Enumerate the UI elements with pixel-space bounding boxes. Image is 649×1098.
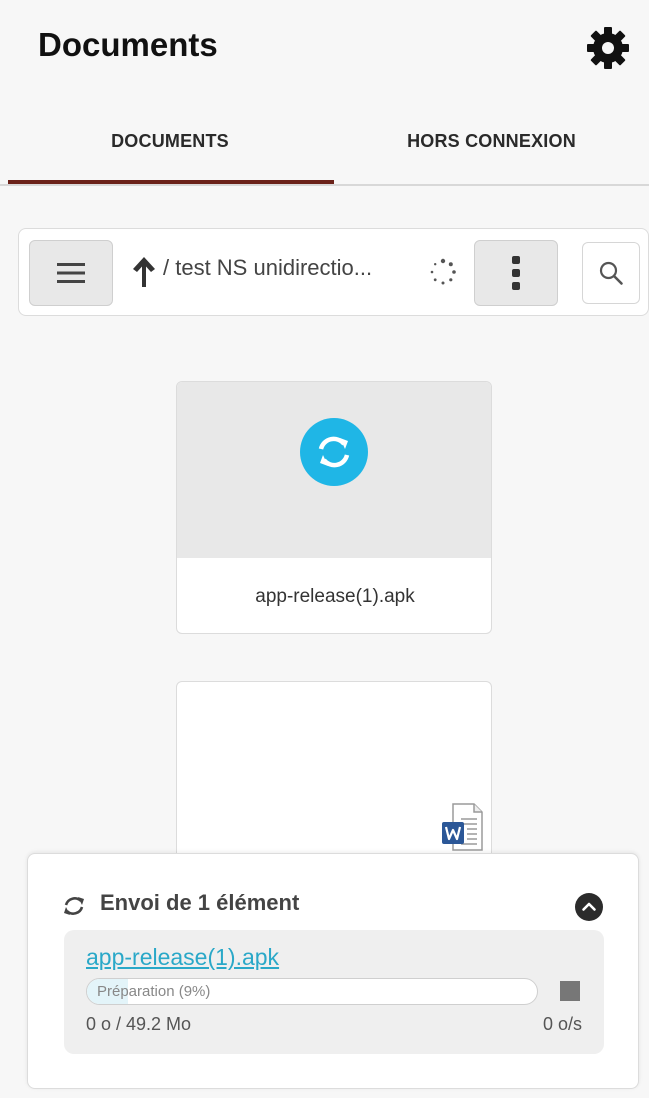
word-document-icon <box>442 803 483 851</box>
upload-panel: Envoi de 1 élément app-release(1).apk Pr… <box>27 853 639 1089</box>
arrow-up-icon[interactable] <box>129 251 159 291</box>
search-button[interactable] <box>582 242 640 304</box>
vertical-dots-icon <box>512 256 520 290</box>
tab-bar: DOCUMENTS HORS CONNEXION <box>0 96 649 186</box>
upload-progress-bar: Préparation (9%) <box>86 978 538 1005</box>
file-card[interactable]: app-release(1).apk <box>176 381 492 634</box>
upload-file-link[interactable]: app-release(1).apk <box>86 944 279 971</box>
upload-item: app-release(1).apk Préparation (9%) 0 o … <box>64 930 604 1054</box>
menu-button[interactable] <box>29 240 113 306</box>
app-header: Documents <box>0 0 649 96</box>
active-tab-indicator <box>8 180 334 184</box>
file-name: app-release(1).apk <box>255 585 415 607</box>
tab-documents[interactable]: DOCUMENTS <box>8 96 332 186</box>
stop-icon[interactable] <box>560 981 580 1001</box>
chevron-up-icon[interactable] <box>574 892 604 922</box>
upload-status: Préparation (9%) <box>97 983 211 1000</box>
more-options-button[interactable] <box>474 240 558 306</box>
upload-title: Envoi de 1 élément <box>100 890 300 915</box>
upload-size: 0 o / 49.2 Mo <box>86 1014 192 1034</box>
sync-icon <box>64 897 84 915</box>
hamburger-icon <box>57 263 85 283</box>
upload-speed: 0 o/s <box>542 1014 582 1034</box>
file-thumbnail <box>177 382 491 558</box>
tab-hors-connexion[interactable]: HORS CONNEXION <box>334 96 649 186</box>
current-path: / test NS unidirectio... <box>163 255 373 280</box>
path-toolbar: / test NS unidirectio... <box>18 228 649 316</box>
page-title: Documents <box>38 26 218 63</box>
gear-icon[interactable] <box>584 24 632 72</box>
spinner-icon <box>430 258 456 285</box>
search-icon <box>599 261 623 285</box>
sync-icon <box>300 418 368 486</box>
file-card[interactable] <box>176 681 492 871</box>
